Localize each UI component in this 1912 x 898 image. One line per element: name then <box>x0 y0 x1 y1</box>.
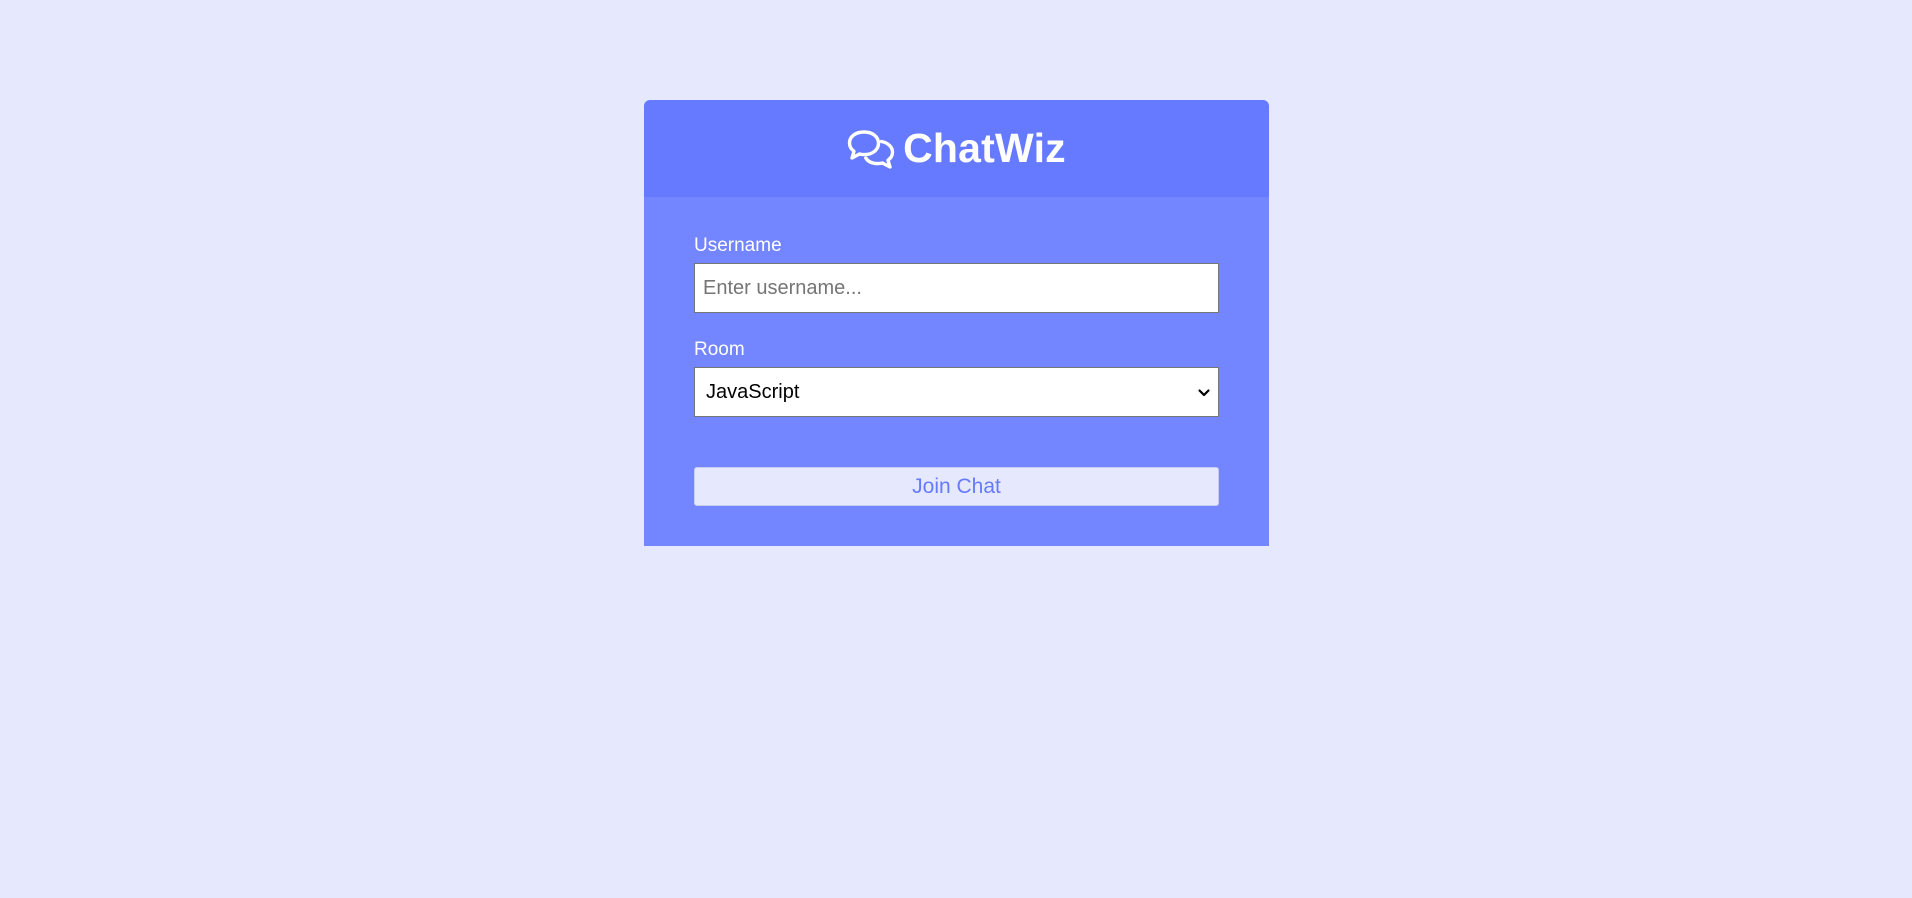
join-chat-button[interactable]: Join Chat <box>694 467 1219 506</box>
username-input[interactable] <box>694 263 1219 313</box>
username-label: Username <box>694 235 782 256</box>
comments-icon <box>847 129 895 169</box>
join-form: Username Room JavaScript Join Chat <box>644 197 1269 546</box>
room-select-wrapper: JavaScript <box>694 367 1219 417</box>
username-group: Username <box>694 235 1219 313</box>
room-group: Room JavaScript <box>694 339 1219 417</box>
card-header: ChatWiz <box>644 100 1269 197</box>
room-label: Room <box>694 339 745 360</box>
join-card: ChatWiz Username Room JavaScript Join Ch… <box>644 100 1269 546</box>
app-title: ChatWiz <box>903 125 1066 171</box>
room-select[interactable]: JavaScript <box>694 367 1219 417</box>
